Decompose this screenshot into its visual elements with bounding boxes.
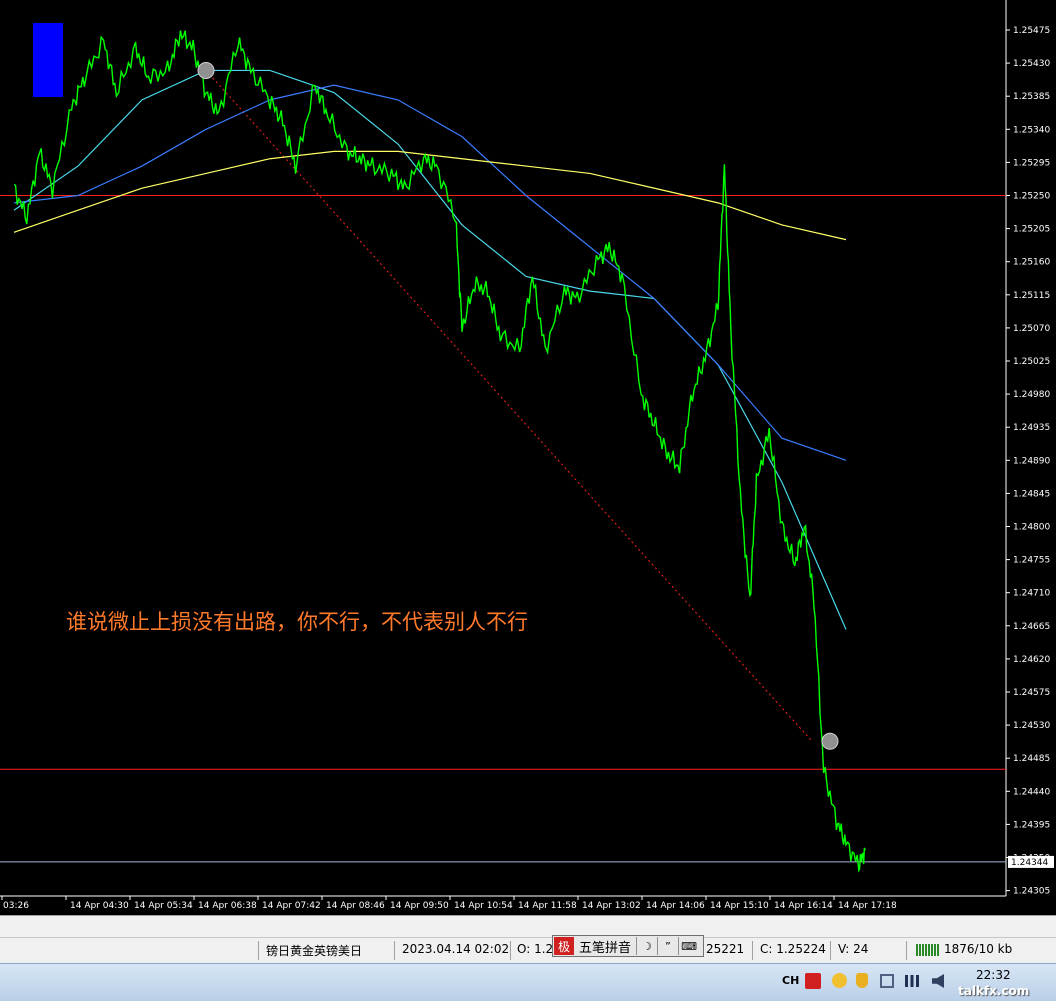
time-tick-label: 14 Apr 17:18 <box>838 901 897 911</box>
price-tick-label: 1.25115 <box>1013 291 1050 301</box>
price-chart[interactable]: 1.25475 1.25430 1.25385 1.25340 1.25295 1.252… <box>0 0 1056 915</box>
price-tick-label: 1.24440 <box>1013 787 1050 797</box>
price-tick-label: 1.24800 <box>1013 523 1050 533</box>
ime-punctuation-icon[interactable]: ” <box>657 937 678 955</box>
ime-logo-icon[interactable]: 极 <box>554 937 574 955</box>
status-separator <box>906 941 907 960</box>
status-separator <box>510 941 511 960</box>
volume-icon[interactable] <box>932 974 944 988</box>
status-bar: 镑日黄金英镑美日 2023.04.14 02:02 O: 1.2 25221 C… <box>0 937 1056 963</box>
price-tick-label: 1.24530 <box>1013 721 1050 731</box>
price-tick-label: 1.25430 <box>1013 59 1050 69</box>
price-tick-label: 1.24935 <box>1013 423 1050 433</box>
palette-tray-icon[interactable] <box>832 973 847 988</box>
status-separator <box>752 941 753 960</box>
time-tick-label: 14 Apr 11:58 <box>518 901 577 911</box>
price-tick-label: 1.24755 <box>1013 556 1050 566</box>
price-tick-label: 1.24665 <box>1013 622 1050 632</box>
price-tick-label: 1.25385 <box>1013 92 1050 102</box>
time-tick-label: 14 Apr 08:46 <box>326 901 385 911</box>
price-tick-label: 1.25205 <box>1013 225 1050 235</box>
connection-bars-icon <box>916 944 940 956</box>
status-close: C: 1.25224 <box>760 942 826 956</box>
status-separator <box>830 941 831 960</box>
price-tick-label: 1.24710 <box>1013 589 1050 599</box>
price-tick-label: 1.24620 <box>1013 655 1050 665</box>
signal-icon[interactable] <box>905 975 919 987</box>
price-tick-label: 1.24890 <box>1013 456 1050 466</box>
ma-medium-line <box>13 84 847 461</box>
time-tick-label: 14 Apr 15:10 <box>710 901 769 911</box>
ime-fullwidth-moon-icon[interactable]: ☽ <box>636 937 657 955</box>
ime-tray-icon[interactable] <box>805 973 821 989</box>
trendline <box>205 70 812 741</box>
chart-annotation: 谁说微止上损没有出路，你不行，不代表别人不行 <box>66 610 528 634</box>
price-tick-label: 1.25025 <box>1013 357 1050 367</box>
price-tick-label: 1.24845 <box>1013 489 1050 499</box>
time-tick-label: 14 Apr 09:50 <box>390 901 449 911</box>
status-open: O: 1.2 <box>517 942 554 956</box>
status-separator <box>394 941 395 960</box>
time-tick-label: 14 Apr 05:34 <box>134 901 193 911</box>
network-icon[interactable] <box>880 974 894 988</box>
price-tick-label: 1.25340 <box>1013 125 1050 135</box>
status-volume: V: 24 <box>838 942 869 956</box>
price-tick-label: 1.24395 <box>1013 820 1050 830</box>
price-tick-label: 1.25475 <box>1013 26 1050 36</box>
price-tick-label: 1.24485 <box>1013 754 1050 764</box>
taskbar-clock[interactable]: 22:32 <box>976 968 1011 982</box>
price-tick-label: 1.24980 <box>1013 390 1050 400</box>
status-separator <box>258 941 259 960</box>
price-tick-label: 1.25250 <box>1013 192 1050 202</box>
watermark: talkfx.com <box>958 984 1030 998</box>
indicator-block <box>33 23 63 97</box>
trade-close-marker <box>821 732 839 750</box>
price-tick-label: 1.25295 <box>1013 158 1050 168</box>
shield-icon[interactable] <box>856 973 868 988</box>
status-high: 25221 <box>706 942 745 956</box>
price-tick-label: 1.25160 <box>1013 258 1050 268</box>
time-tick-label: 14 Apr 10:54 <box>454 901 513 911</box>
time-tick-label: 14 Apr 06:38 <box>198 901 257 911</box>
taskbar: CH 22:32 <box>0 963 1056 1001</box>
trade-open-marker <box>197 61 215 79</box>
time-tick-label: 14 Apr 04:30 <box>70 901 129 911</box>
chart-area[interactable]: 1.25475 1.25430 1.25385 1.25340 1.25295 1.252… <box>0 0 1056 915</box>
time-tick-label: 14 Apr 13:02 <box>582 901 641 911</box>
time-tick-label: 14 Apr 07:42 <box>262 901 321 911</box>
ime-toolbar[interactable]: 极 五笔拼音 ☽ ” ⌨ <box>552 935 704 957</box>
ime-soft-keyboard-icon[interactable]: ⌨ <box>678 937 699 955</box>
status-symbol: 镑日黄金英镑美日 <box>266 944 363 958</box>
time-tick-label: 03:26 <box>3 901 29 911</box>
ma-fast-line <box>13 69 847 630</box>
current-price-label: 1.24344 <box>1011 858 1048 868</box>
price-tick-label: 1.24575 <box>1013 688 1050 698</box>
price-tick-label: 1.24305 <box>1013 887 1050 897</box>
status-datetime: 2023.04.14 02:02 <box>402 942 510 956</box>
price-tick-label: 1.25070 <box>1013 324 1050 334</box>
horizontal-scroll-area[interactable] <box>0 915 1056 937</box>
time-tick-label: 14 Apr 16:14 <box>774 901 833 911</box>
status-traffic: 1876/10 kb <box>944 942 1013 956</box>
language-indicator[interactable]: CH <box>782 974 799 987</box>
time-tick-label: 14 Apr 14:06 <box>646 901 705 911</box>
ime-mode-label[interactable]: 五笔拼音 <box>574 937 636 956</box>
